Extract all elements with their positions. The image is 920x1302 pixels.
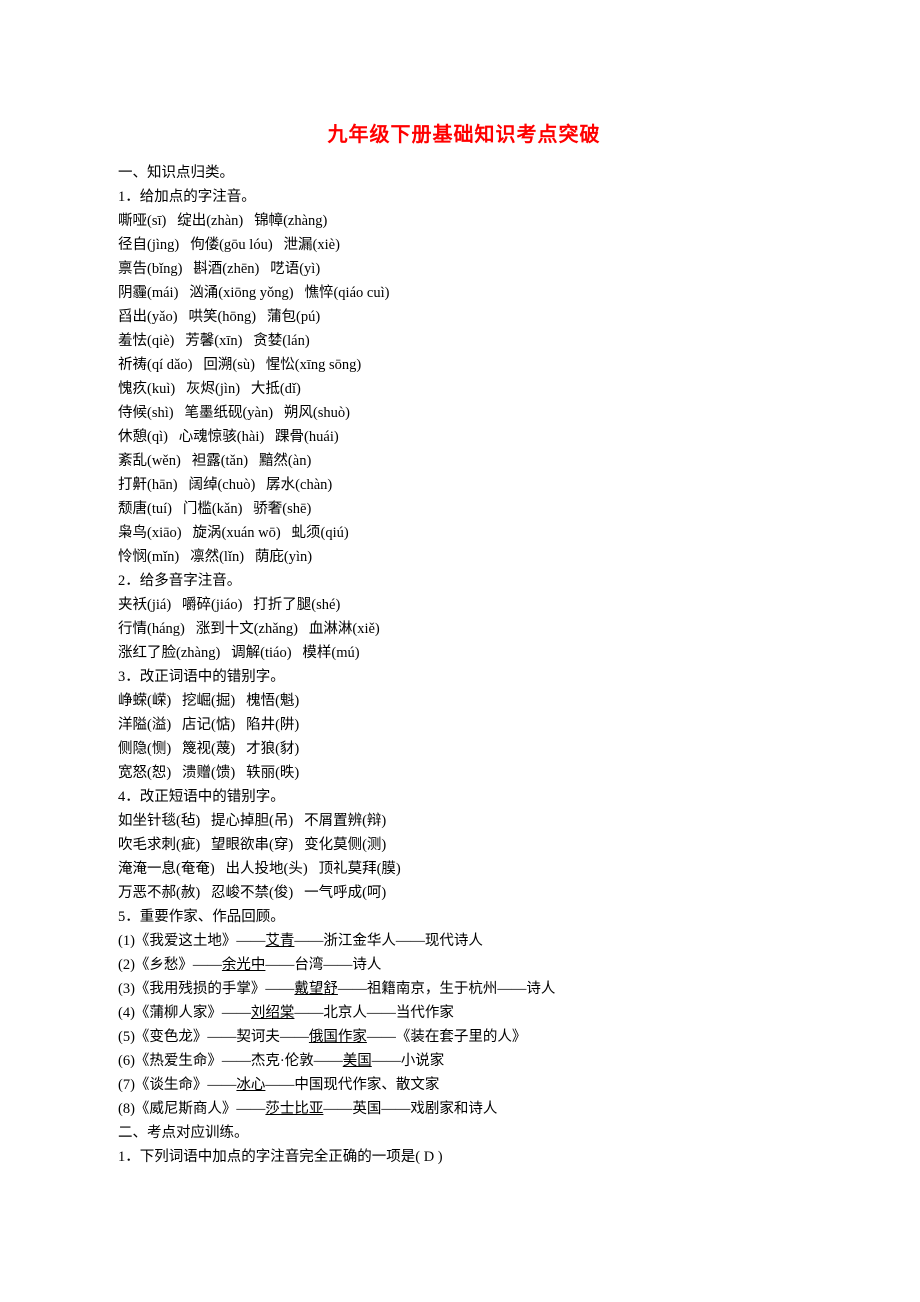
text-line: 侧隐(恻) 篾视(蔑) 才狼(豺)	[118, 737, 810, 761]
text-line: 侍候(shì) 笔墨纸砚(yàn) 朔风(shuò)	[118, 401, 810, 425]
text-line: 径自(jìng) 佝偻(gōu lóu) 泄漏(xiè)	[118, 233, 810, 257]
text-line: 羞怯(qiè) 芳馨(xīn) 贪婪(lán)	[118, 329, 810, 353]
author-name: 刘绍棠	[251, 1005, 295, 1021]
text-line: 舀出(yǎo) 哄笑(hōng) 蒲包(pú)	[118, 305, 810, 329]
author-work-item: (5)《变色龙》——契诃夫——俄国作家——《装在套子里的人》	[118, 1025, 810, 1049]
text-line: 怜悯(mǐn) 凛然(lǐn) 荫庇(yìn)	[118, 545, 810, 569]
text-line: 行情(háng) 涨到十文(zhǎng) 血淋淋(xiě)	[118, 617, 810, 641]
author-work-item: (8)《威尼斯商人》——莎士比亚——英国——戏剧家和诗人	[118, 1097, 810, 1121]
text-line: 禀告(bǐng) 斟酒(zhēn) 呓语(yì)	[118, 257, 810, 281]
text-line: 紊乱(wěn) 袒露(tǎn) 黯然(àn)	[118, 449, 810, 473]
author-work-item: (3)《我用残损的手掌》——戴望舒——祖籍南京，生于杭州——诗人	[118, 977, 810, 1001]
text-line: 如坐针毯(毡) 提心掉胆(吊) 不屑置辨(辩)	[118, 809, 810, 833]
pinyin-list-2: 夹袄(jiá) 嚼碎(jiáo) 打折了腿(shé)行情(háng) 涨到十文(…	[118, 593, 810, 665]
author-work-list: (1)《我爱这土地》——艾青——浙江金华人——现代诗人(2)《乡愁》——余光中—…	[118, 929, 810, 1121]
text-line: 宽怒(恕) 溃赠(馈) 轶丽(昳)	[118, 761, 810, 785]
text-line: 祈祷(qí dǎo) 回溯(sù) 惺忪(xīng sōng)	[118, 353, 810, 377]
author-work-item: (4)《蒲柳人家》——刘绍棠——北京人——当代作家	[118, 1001, 810, 1025]
author-name: 艾青	[265, 933, 294, 949]
text-line: 愧疚(kuì) 灰烬(jìn) 大抵(dǐ)	[118, 377, 810, 401]
author-work-item: (6)《热爱生命》——杰克·伦敦——美国——小说家	[118, 1049, 810, 1073]
text-line: 洋隘(溢) 店记(惦) 陷井(阱)	[118, 713, 810, 737]
question-text: 1．下列词语中加点的字注音完全正确的一项是( D )	[118, 1145, 810, 1169]
text-line: 颓唐(tuí) 门槛(kǎn) 骄奢(shē)	[118, 497, 810, 521]
correction-list-1: 峥蝾(嵘) 挖崛(掘) 槐悟(魁)洋隘(溢) 店记(惦) 陷井(阱)侧隐(恻) …	[118, 689, 810, 785]
author-name: 美国	[343, 1053, 372, 1069]
text-line: 吹毛求刺(疵) 望眼欲串(穿) 变化莫侧(测)	[118, 833, 810, 857]
section-heading: 一、知识点归类。	[118, 161, 810, 185]
text-line: 休憩(qì) 心魂惊骇(hài) 踝骨(huái)	[118, 425, 810, 449]
author-name: 冰心	[236, 1077, 265, 1093]
author-name: 戴望舒	[294, 981, 338, 997]
text-line: 夹袄(jiá) 嚼碎(jiáo) 打折了腿(shé)	[118, 593, 810, 617]
subsection-heading: 3．改正词语中的错别字。	[118, 665, 810, 689]
document-title: 九年级下册基础知识考点突破	[118, 118, 810, 147]
text-line: 打鼾(hān) 阔绰(chuò) 孱水(chàn)	[118, 473, 810, 497]
author-name: 余光中	[222, 957, 266, 973]
text-line: 涨红了脸(zhàng) 调解(tiáo) 模样(mú)	[118, 641, 810, 665]
correction-list-2: 如坐针毯(毡) 提心掉胆(吊) 不屑置辨(辩)吹毛求刺(疵) 望眼欲串(穿) 变…	[118, 809, 810, 905]
text-line: 阴霾(mái) 汹涌(xiōng yǒng) 憔悴(qiáo cuì)	[118, 281, 810, 305]
author-work-item: (7)《谈生命》——冰心——中国现代作家、散文家	[118, 1073, 810, 1097]
text-line: 淹淹一息(奄奄) 出人投地(头) 顶礼莫拜(膜)	[118, 857, 810, 881]
pinyin-list-1: 嘶哑(sī) 绽出(zhàn) 锦幛(zhàng)径自(jìng) 佝偻(gōu…	[118, 209, 810, 569]
section-heading: 二、考点对应训练。	[118, 1121, 810, 1145]
subsection-heading: 4．改正短语中的错别字。	[118, 785, 810, 809]
author-name: 俄国作家	[309, 1029, 367, 1045]
document-page: 九年级下册基础知识考点突破 一、知识点归类。 1．给加点的字注音。 嘶哑(sī)…	[0, 0, 920, 1302]
subsection-heading: 1．给加点的字注音。	[118, 185, 810, 209]
author-work-item: (2)《乡愁》——余光中——台湾——诗人	[118, 953, 810, 977]
text-line: 万恶不郝(赦) 忍峻不禁(俊) 一气呼成(呵)	[118, 881, 810, 905]
text-line: 枭鸟(xiāo) 旋涡(xuán wō) 虬须(qiú)	[118, 521, 810, 545]
text-line: 峥蝾(嵘) 挖崛(掘) 槐悟(魁)	[118, 689, 810, 713]
subsection-heading: 2．给多音字注音。	[118, 569, 810, 593]
subsection-heading: 5．重要作家、作品回顾。	[118, 905, 810, 929]
text-line: 嘶哑(sī) 绽出(zhàn) 锦幛(zhàng)	[118, 209, 810, 233]
author-name: 莎士比亚	[265, 1101, 323, 1117]
author-work-item: (1)《我爱这土地》——艾青——浙江金华人——现代诗人	[118, 929, 810, 953]
